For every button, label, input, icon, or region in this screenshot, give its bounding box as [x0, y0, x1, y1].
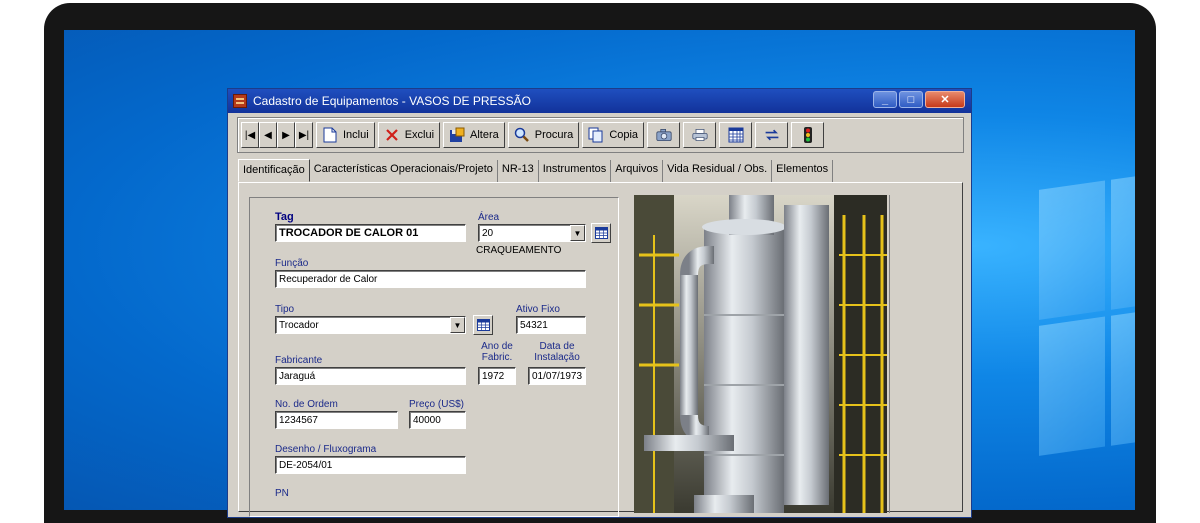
- chevron-down-icon[interactable]: ▼: [450, 317, 465, 333]
- chevron-down-icon[interactable]: ▼: [570, 225, 585, 241]
- title-bar[interactable]: Cadastro de Equipamentos - VASOS DE PRES…: [228, 89, 971, 113]
- maximize-button[interactable]: □: [899, 91, 923, 108]
- procura-button[interactable]: Procura: [507, 122, 580, 148]
- status-button[interactable]: [791, 122, 825, 148]
- funcao-field[interactable]: Recuperador de Calor: [275, 270, 586, 288]
- data-label-line1: Data de: [539, 341, 575, 352]
- preco-field[interactable]: 40000: [409, 411, 466, 429]
- tab-vida-residual[interactable]: Vida Residual / Obs.: [663, 160, 773, 182]
- preco-label: Preço (US$): [409, 399, 465, 410]
- fabricante-label: Fabricante: [275, 355, 323, 366]
- first-record-button[interactable]: |◀: [241, 122, 259, 148]
- tab-panel: Tag TROCADOR DE CALOR 01 Área 20 ▼ CRAQU…: [238, 182, 963, 517]
- pn-label: PN: [275, 488, 289, 499]
- tab-elementos[interactable]: Elementos: [772, 160, 834, 182]
- toolbar: |◀ ◀ ▶ ▶| Inclui Exclui Altera Procura C…: [237, 117, 964, 153]
- desenho-label: Desenho / Fluxograma: [275, 444, 377, 455]
- delete-x-icon: [384, 127, 400, 143]
- camera-icon: [655, 127, 672, 143]
- window-controls: _ □ ✕: [873, 91, 965, 108]
- save-disk-icon: [449, 127, 465, 143]
- tab-nr13[interactable]: NR-13: [498, 160, 539, 182]
- printer-icon: [691, 127, 708, 143]
- tipo-label: Tipo: [275, 304, 295, 315]
- traffic-light-icon: [800, 127, 816, 143]
- last-record-button[interactable]: ▶|: [295, 122, 313, 148]
- tag-label: Tag: [275, 211, 294, 223]
- grid-button[interactable]: [719, 122, 753, 148]
- data-instalacao-label: Data de Instalação: [526, 341, 588, 363]
- tab-instrumentos[interactable]: Instrumentos: [539, 160, 612, 182]
- ordem-label: No. de Ordem: [275, 399, 338, 410]
- windows-logo: [1039, 170, 1135, 490]
- data-instalacao-field[interactable]: 01/07/1973: [528, 367, 586, 385]
- tab-arquivos[interactable]: Arquivos: [611, 160, 664, 182]
- minimize-button[interactable]: _: [873, 91, 897, 108]
- grid-table-icon: [728, 127, 744, 143]
- magnifier-icon: [514, 127, 530, 143]
- ativo-fixo-label: Ativo Fixo: [516, 304, 560, 315]
- next-record-button[interactable]: ▶: [277, 122, 295, 148]
- desenho-field[interactable]: DE-2054/01: [275, 456, 466, 474]
- procura-label: Procura: [534, 129, 574, 141]
- altera-label: Altera: [470, 129, 499, 141]
- heat-exchanger-image: [634, 195, 887, 513]
- camera-button[interactable]: [647, 122, 681, 148]
- tab-strip: Identificação Características Operaciona…: [238, 159, 834, 182]
- tipo-value: Trocador: [279, 320, 319, 331]
- ano-label-line2: Fabric.: [481, 352, 513, 363]
- ordem-field[interactable]: 1234567: [275, 411, 398, 429]
- record-navigator: |◀ ◀ ▶ ▶|: [241, 122, 313, 148]
- ano-label-line1: Ano de: [481, 341, 513, 352]
- swap-arrows-icon: [764, 127, 780, 143]
- area-description: CRAQUEAMENTO: [476, 245, 562, 256]
- copia-button[interactable]: Copia: [582, 122, 645, 148]
- window-title: Cadastro de Equipamentos - VASOS DE PRES…: [253, 94, 531, 108]
- funcao-label: Função: [275, 258, 309, 269]
- area-lookup-button[interactable]: [591, 223, 611, 243]
- exclui-label: Exclui: [404, 129, 435, 141]
- copia-label: Copia: [609, 129, 639, 141]
- copy-icon: [588, 127, 604, 143]
- new-document-icon: [322, 127, 338, 143]
- tab-identificacao[interactable]: Identificação: [238, 159, 310, 182]
- tipo-lookup-button[interactable]: [473, 315, 493, 335]
- area-select[interactable]: 20 ▼: [478, 224, 586, 242]
- identification-form: Tag TROCADOR DE CALOR 01 Área 20 ▼ CRAQU…: [249, 197, 619, 517]
- inclui-button[interactable]: Inclui: [316, 122, 375, 148]
- area-label: Área: [478, 212, 500, 223]
- transfer-button[interactable]: [755, 122, 789, 148]
- equipment-window: Cadastro de Equipamentos - VASOS DE PRES…: [227, 88, 972, 518]
- exclui-button[interactable]: Exclui: [377, 122, 441, 148]
- ativo-fixo-field[interactable]: 54321: [516, 316, 586, 334]
- tag-field[interactable]: TROCADOR DE CALOR 01: [275, 224, 466, 242]
- data-label-line2: Instalação: [534, 352, 580, 363]
- equipment-photo: [634, 195, 887, 513]
- ano-fabric-label: Ano de Fabric.: [476, 341, 518, 363]
- area-value: 20: [482, 228, 494, 239]
- grid-table-icon: [476, 319, 490, 331]
- altera-button[interactable]: Altera: [443, 122, 505, 148]
- grid-table-icon: [594, 227, 608, 239]
- fabricante-field[interactable]: Jaraguá: [275, 367, 466, 385]
- photo-side-panel: [889, 195, 951, 513]
- print-button[interactable]: [683, 122, 717, 148]
- close-button[interactable]: ✕: [925, 91, 965, 108]
- ano-fabric-field[interactable]: 1972: [478, 367, 516, 385]
- prev-record-button[interactable]: ◀: [259, 122, 277, 148]
- tab-caracteristicas[interactable]: Características Operacionais/Projeto: [310, 160, 498, 182]
- tipo-select[interactable]: Trocador ▼: [275, 316, 466, 334]
- inclui-label: Inclui: [343, 129, 369, 141]
- app-icon: [233, 94, 247, 108]
